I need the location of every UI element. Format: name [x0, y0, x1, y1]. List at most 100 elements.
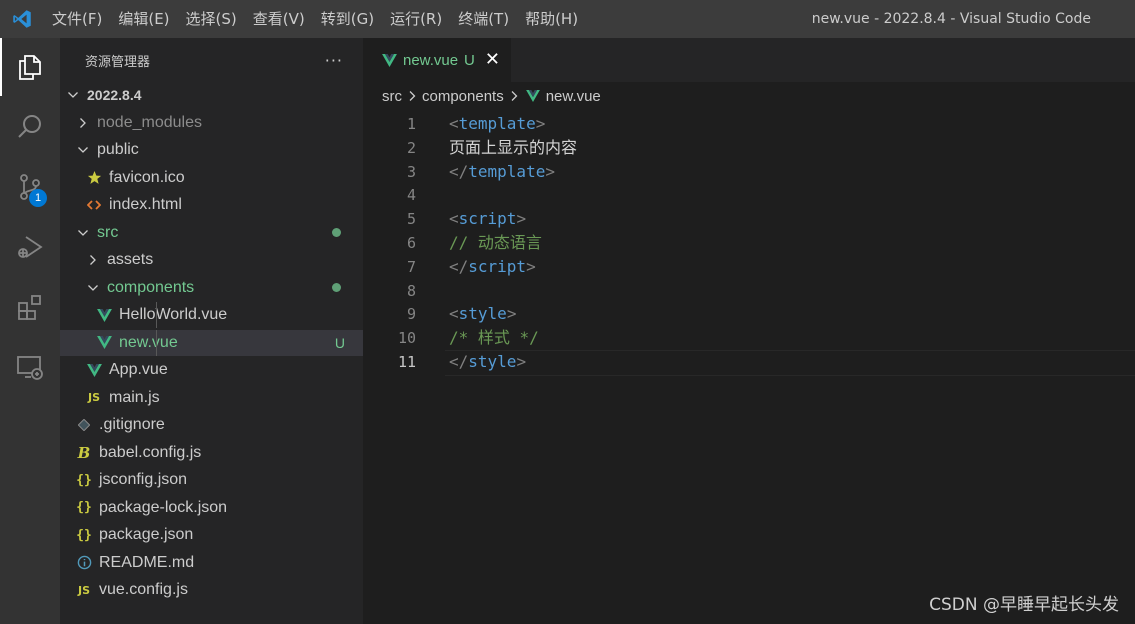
menu-item[interactable]: 终端(T): [450, 0, 517, 38]
file-item-readme-md[interactable]: README.md: [60, 550, 363, 576]
menu-item[interactable]: 选择(S): [178, 0, 245, 38]
breadcrumb-src[interactable]: src: [382, 88, 402, 105]
menu-item[interactable]: 编辑(E): [110, 0, 177, 38]
remote-explorer-icon[interactable]: [0, 338, 60, 396]
source-control-icon[interactable]: 1: [0, 158, 60, 216]
tab-label: new.vue: [403, 51, 459, 69]
code-token: <: [449, 114, 459, 133]
folder-item-components[interactable]: components: [60, 275, 363, 301]
file-item-gitignore[interactable]: .gitignore: [60, 412, 363, 438]
chevron-down-icon: [76, 226, 90, 240]
code-line[interactable]: 4: [363, 183, 1135, 207]
vue-icon: [525, 90, 540, 102]
indent-guide: [156, 329, 157, 356]
file-item-vue-config-js[interactable]: JS vue.config.js: [60, 577, 363, 603]
folder-item-public[interactable]: public: [60, 137, 363, 163]
scm-badge: 1: [29, 189, 47, 207]
code-line[interactable]: 11 </style>: [363, 350, 1135, 376]
file-item-main-js[interactable]: JS main.js: [60, 385, 363, 411]
file-item-new-vue[interactable]: new.vue U: [60, 329, 363, 356]
line-number: 8: [406, 281, 416, 300]
json-icon: {}: [76, 472, 92, 488]
file-item-helloworld-vue[interactable]: HelloWorld.vue: [60, 302, 363, 328]
menu-item[interactable]: 查看(V): [245, 0, 313, 38]
file-item-jsconfig-json[interactable]: {} jsconfig.json: [60, 467, 363, 493]
indent-guide: [156, 302, 157, 328]
code-token: style: [458, 304, 507, 324]
tab-new-vue[interactable]: new.vue U ✕: [363, 38, 511, 82]
line-number: 1: [406, 115, 416, 133]
extensions-icon[interactable]: [0, 278, 60, 336]
menu-item[interactable]: 转到(G): [313, 0, 382, 38]
chevron-down-icon: [66, 88, 80, 102]
tree-item-label: HelloWorld.vue: [119, 306, 228, 323]
code-token: template: [468, 161, 546, 181]
search-icon[interactable]: [0, 98, 60, 156]
menu-item[interactable]: 帮助(H): [517, 0, 586, 38]
line-number: 9: [406, 305, 416, 324]
vue-icon: [96, 335, 112, 351]
code-line[interactable]: 6 // 动态语言: [363, 231, 1135, 255]
code-token: script: [468, 256, 527, 276]
line-number: 7: [406, 257, 416, 276]
code-text: </style>: [449, 350, 526, 374]
tree-item-label: new.vue: [119, 333, 178, 351]
code-text: </template>: [449, 160, 555, 184]
line-number: 6: [406, 234, 416, 252]
code-token: <: [449, 304, 459, 324]
code-token: script: [458, 209, 517, 229]
file-item-favicon-ico[interactable]: favicon.ico: [60, 165, 363, 191]
code-line[interactable]: 9 <style>: [363, 302, 1135, 326]
star-icon: [86, 170, 102, 186]
tree-item-label: assets: [107, 251, 154, 268]
code-line[interactable]: 10 /* 样式 */: [363, 326, 1135, 350]
menu-item[interactable]: 运行(R): [382, 0, 450, 38]
code-line[interactable]: 2 页面上显示的内容: [363, 136, 1135, 160]
code-line[interactable]: 8: [363, 279, 1135, 303]
folder-item-src[interactable]: src: [60, 220, 363, 246]
code-line[interactable]: 5 <script>: [363, 207, 1135, 231]
breadcrumb-components[interactable]: components: [422, 88, 504, 105]
more-actions-button[interactable]: ···: [325, 51, 343, 70]
file-item-package-lock-json[interactable]: {} package-lock.json: [60, 495, 363, 521]
folder-item-assets[interactable]: assets: [60, 247, 363, 273]
code-text: 页面上显示的内容: [449, 136, 577, 160]
menu-bar: 文件(F) 编辑(E) 选择(S) 查看(V) 转到(G) 运行(R) 终端(T) 帮助(H): [44, 0, 586, 38]
line-number: 5: [406, 210, 416, 229]
breadcrumb-file[interactable]: new.vue: [546, 88, 601, 105]
tab-status: U: [464, 51, 475, 69]
chevron-right-icon: [509, 90, 519, 102]
code-line[interactable]: 7 </script>: [363, 255, 1135, 279]
file-item-app-vue[interactable]: App.vue: [60, 357, 363, 383]
code-text: // 动态语言: [449, 231, 542, 255]
code-token: >: [516, 352, 527, 371]
tree-item-label: src: [97, 223, 119, 241]
chevron-down-icon: [86, 281, 100, 295]
tree-item-label: node_modules: [97, 113, 202, 131]
explorer-icon[interactable]: [0, 38, 60, 96]
tree-item-label: vue.config.js: [99, 581, 188, 598]
menu-item[interactable]: 文件(F): [44, 0, 110, 38]
json-icon: {}: [76, 527, 92, 543]
line-number: 10: [397, 329, 416, 348]
explorer-sidebar: 资源管理器 ··· 2022.8.4 node_modules public favi…: [60, 38, 363, 624]
code-token: /* 样式 */: [449, 328, 539, 348]
tree-item-label: main.js: [109, 388, 160, 406]
tree-item-label: favicon.ico: [109, 168, 185, 186]
tree-item-label: package.json: [99, 526, 194, 543]
html-icon: [86, 197, 102, 213]
explorer-root[interactable]: 2022.8.4: [60, 82, 363, 108]
file-item-package-json[interactable]: {} package.json: [60, 522, 363, 548]
activity-bar: 1: [0, 38, 60, 624]
code-token: // 动态语言: [449, 233, 542, 252]
info-icon: [76, 555, 92, 571]
close-icon[interactable]: ✕: [485, 51, 500, 69]
code-text: <style>: [449, 302, 516, 326]
code-text: /* 样式 */: [449, 326, 539, 350]
file-item-babel-config-js[interactable]: Bbabel.config.js: [60, 440, 363, 466]
file-item-index-html[interactable]: index.html: [60, 192, 363, 218]
code-line[interactable]: 1 <template>: [363, 112, 1135, 136]
code-line[interactable]: 3 </template>: [363, 160, 1135, 184]
run-debug-icon[interactable]: [0, 218, 60, 276]
folder-item-node-modules[interactable]: node_modules: [60, 110, 363, 136]
